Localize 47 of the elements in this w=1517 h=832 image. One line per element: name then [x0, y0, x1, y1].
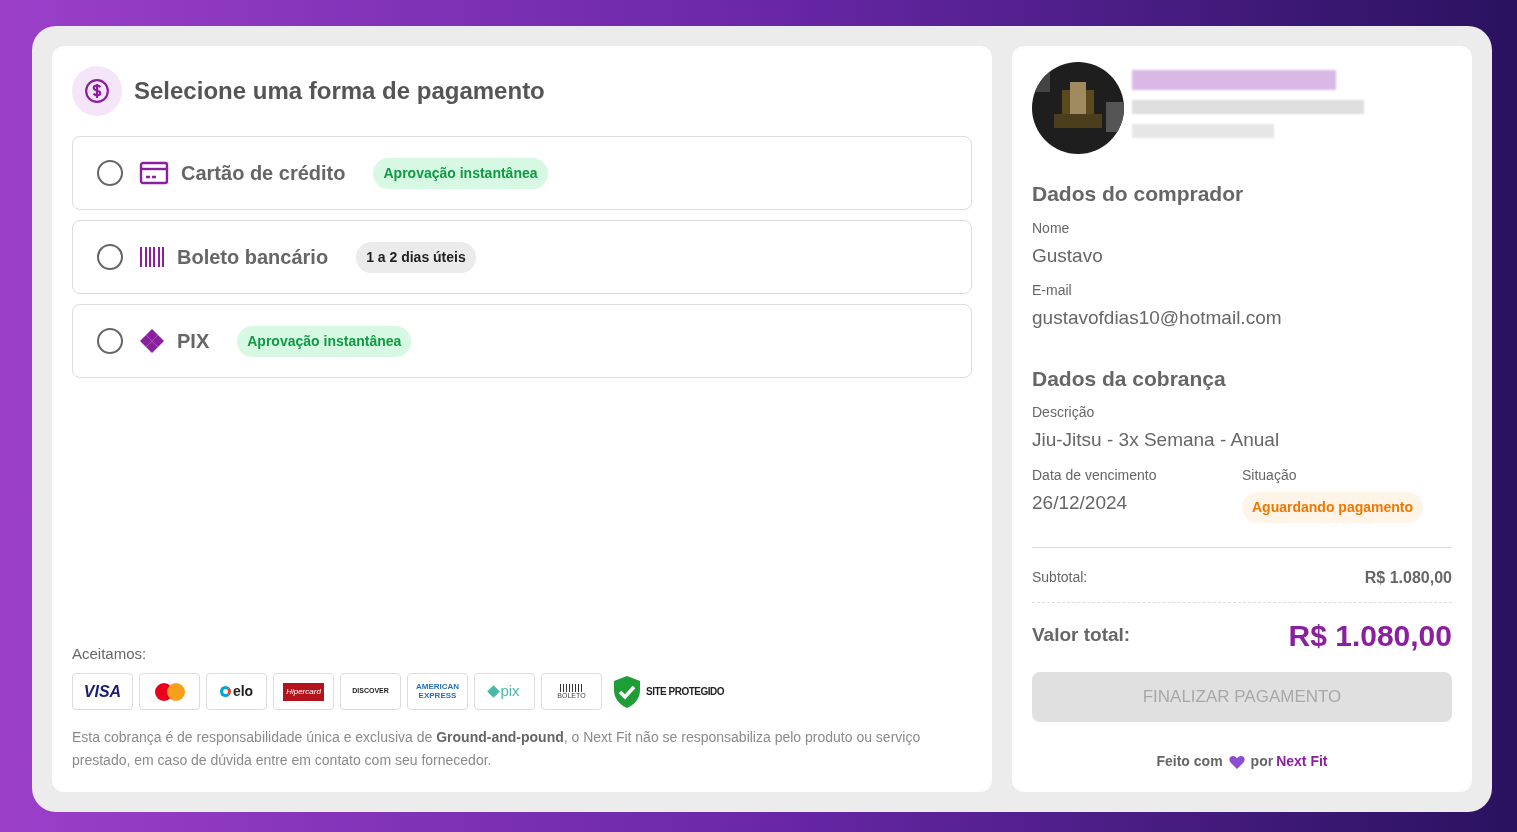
field-label: Situação [1242, 465, 1298, 485]
payment-option[interactable]: Boleto bancário 1 a 2 dias úteis [72, 220, 972, 294]
section-title: Dados do comprador [1032, 181, 1245, 207]
section-title: Selecione uma forma de pagamento [134, 76, 545, 106]
total-label: Valor total: [1032, 622, 1131, 647]
card-brand-logo: VISA [72, 673, 133, 710]
brand-link[interactable]: Next Fit [1276, 751, 1328, 772]
option-badge: Aprovação instantânea [237, 325, 412, 357]
radio-button[interactable] [97, 244, 123, 270]
card-brand-logo: Hipercard [273, 673, 334, 710]
card-brand-logo: AMERICAN EXPRESS [407, 673, 468, 710]
accepted-label: Aceitamos: [72, 643, 148, 664]
option-badge: 1 a 2 dias úteis [356, 241, 476, 273]
field-label: E-mail [1032, 281, 1073, 300]
payment-option[interactable]: PIX Aprovação instantânea [72, 304, 972, 378]
footer-text: Feito com [1156, 752, 1223, 771]
field-label: Descrição [1032, 403, 1096, 422]
field-label: Nome [1032, 218, 1071, 238]
option-badge: Aprovação instantânea [373, 157, 548, 189]
radio-button[interactable] [97, 328, 123, 354]
payment-option[interactable]: Cartão de crédito Aprovação instantânea [72, 136, 972, 210]
radio-button[interactable] [97, 160, 123, 186]
subtotal-value: R$ 1.080,00 [1364, 567, 1452, 588]
credit-card-icon [139, 161, 169, 185]
seal-title: SITE PROTEGIDO [646, 686, 724, 697]
total-value: R$ 1.080,00 [1288, 617, 1452, 654]
field-value: Gustavo [1032, 243, 1104, 268]
heart-icon [1228, 754, 1245, 769]
card-brand-logo [139, 673, 200, 710]
field-value: 26/12/2024 [1032, 490, 1129, 515]
option-label: Cartão de crédito [181, 161, 346, 186]
option-label: Boleto bancário [177, 245, 329, 270]
footer-text: por [1250, 752, 1274, 771]
shield-check-icon [612, 674, 642, 709]
diamond-icon [139, 328, 165, 354]
barcode-icon [139, 246, 165, 268]
field-label: Data de vencimento [1032, 465, 1158, 485]
subtotal-label: Subtotal: [1032, 568, 1088, 587]
option-label: PIX [177, 329, 210, 354]
payment-method-logo: pix [474, 673, 535, 710]
section-title: Dados da cobrança [1032, 365, 1227, 392]
status-badge: Aguardando pagamento [1242, 491, 1423, 523]
field-value: gustavofdias10@hotmail.com [1032, 306, 1283, 330]
disclaimer-text: Esta cobrança é de responsabilidade única e exclusiva de Ground-and-pound, o Next Fit não se responsabiliza pelo produto ou serviço prestado, em caso de dúvida entre em contato com seu fornecedor. [72, 728, 922, 770]
card-brand-logo: elo [206, 673, 267, 710]
field-value: Jiu-Jitsu - 3x Semana - Anual [1032, 428, 1281, 452]
dollar-icon [72, 66, 122, 116]
